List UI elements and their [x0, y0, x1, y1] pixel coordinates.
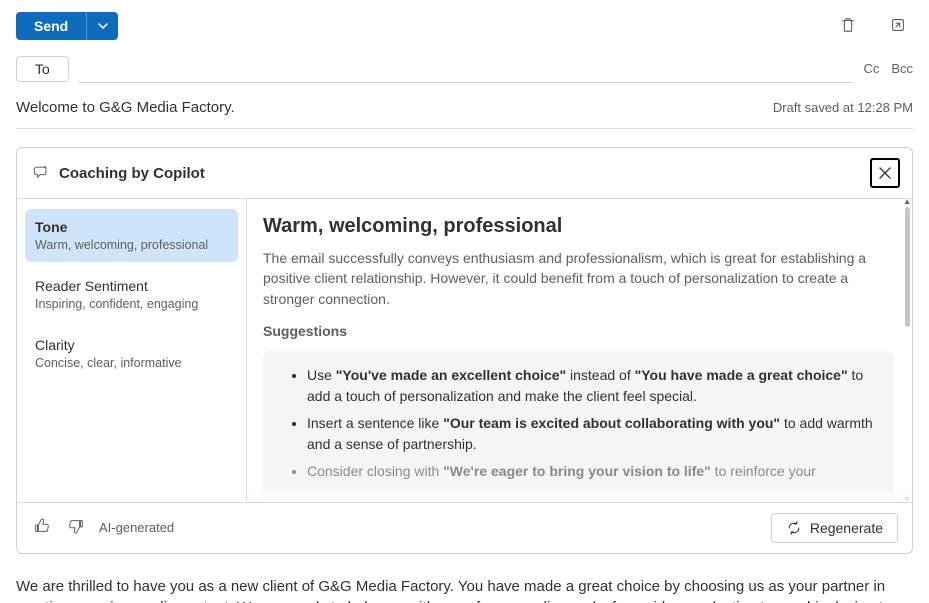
- trash-icon: [839, 16, 857, 34]
- bcc-button[interactable]: Bcc: [891, 61, 913, 76]
- coaching-item-tone[interactable]: Tone Warm, welcoming, professional: [25, 209, 238, 262]
- coaching-content: ▲ ▼ Warm, welcoming, professional The em…: [247, 199, 912, 502]
- copilot-coaching-icon: [31, 163, 51, 183]
- to-input[interactable]: [79, 54, 854, 83]
- content-description: The email successfully conveys enthusias…: [263, 248, 894, 309]
- suggestions-label: Suggestions: [263, 323, 894, 339]
- top-actions: [837, 14, 913, 39]
- to-row: To Cc Bcc: [16, 54, 913, 83]
- coaching-item-reader-sentiment[interactable]: Reader Sentiment Inspiring, confident, e…: [25, 268, 238, 321]
- discard-button[interactable]: [837, 14, 859, 39]
- close-icon: [878, 166, 892, 180]
- ai-generated-label: AI-generated: [99, 520, 174, 535]
- suggestion-item: Consider closing with "We're eager to br…: [307, 461, 878, 482]
- to-button[interactable]: To: [16, 56, 69, 82]
- suggestions-box: Use "You've made an excellent choice" in…: [263, 351, 894, 502]
- coaching-header: Coaching by Copilot: [17, 148, 912, 199]
- close-coaching-button[interactable]: [870, 158, 900, 188]
- coaching-body: Tone Warm, welcoming, professional Reade…: [17, 199, 912, 502]
- regenerate-label: Regenerate: [810, 520, 883, 536]
- scroll-up-arrow[interactable]: ▲: [903, 199, 911, 206]
- coaching-item-title: Clarity: [35, 337, 228, 353]
- thumbs-down-icon: [67, 517, 85, 535]
- send-button-group: Send: [16, 12, 118, 40]
- popout-button[interactable]: [887, 14, 909, 39]
- thumbs-down-button[interactable]: [65, 515, 87, 540]
- draft-saved-label: Draft saved at 12:28 PM: [773, 100, 913, 115]
- coaching-title: Coaching by Copilot: [59, 165, 205, 182]
- popout-icon: [889, 16, 907, 34]
- cc-button[interactable]: Cc: [863, 61, 879, 76]
- coaching-panel: Coaching by Copilot Tone Warm, welcoming…: [16, 147, 913, 554]
- content-scrollbar[interactable]: [905, 207, 910, 327]
- thumbs-up-icon: [33, 517, 51, 535]
- coaching-item-subtitle: Warm, welcoming, professional: [35, 238, 228, 252]
- cc-bcc-group: Cc Bcc: [863, 61, 913, 76]
- email-body[interactable]: We are thrilled to have you as a new cli…: [16, 576, 913, 603]
- coaching-item-clarity[interactable]: Clarity Concise, clear, informative: [25, 327, 238, 380]
- coaching-item-subtitle: Concise, clear, informative: [35, 356, 228, 370]
- suggestion-item: Insert a sentence like "Our team is exci…: [307, 413, 878, 455]
- regenerate-button[interactable]: Regenerate: [771, 513, 898, 543]
- compose-toolbar: Send: [16, 12, 913, 50]
- subject-text[interactable]: Welcome to G&G Media Factory.: [16, 99, 235, 116]
- scroll-down-arrow[interactable]: ▼: [903, 495, 911, 502]
- suggestion-item: Use "You've made an excellent choice" in…: [307, 365, 878, 407]
- coaching-sidebar: Tone Warm, welcoming, professional Reade…: [17, 199, 247, 502]
- coaching-item-subtitle: Inspiring, confident, engaging: [35, 297, 228, 311]
- coaching-footer: AI-generated Regenerate: [17, 502, 912, 553]
- thumbs-up-button[interactable]: [31, 515, 53, 540]
- content-title: Warm, welcoming, professional: [263, 215, 894, 238]
- coaching-item-title: Tone: [35, 219, 228, 235]
- send-options-button[interactable]: [86, 12, 118, 40]
- subject-row: Welcome to G&G Media Factory. Draft save…: [16, 83, 913, 129]
- regenerate-icon: [786, 520, 802, 536]
- chevron-down-icon: [97, 20, 109, 32]
- send-button[interactable]: Send: [16, 12, 86, 40]
- coaching-item-title: Reader Sentiment: [35, 278, 228, 294]
